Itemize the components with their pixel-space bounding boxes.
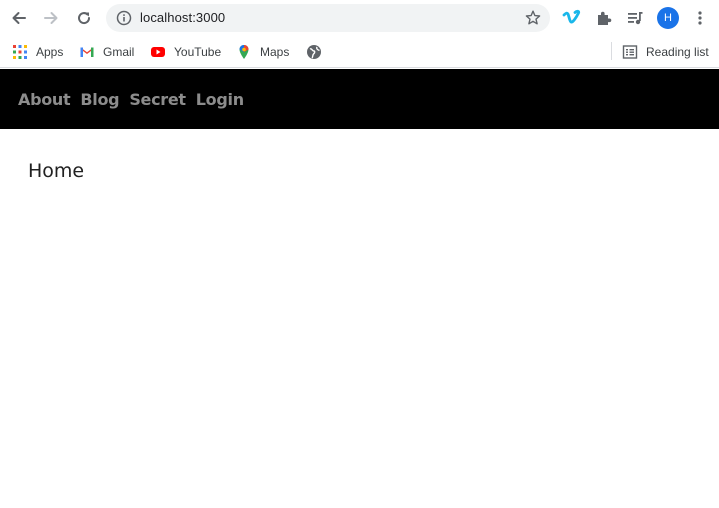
bookmark-gmail[interactable]: Gmail xyxy=(79,42,134,62)
arrow-right-icon xyxy=(44,12,58,24)
arrow-left-icon xyxy=(12,12,26,24)
url-text[interactable]: localhost:3000 xyxy=(140,10,225,25)
bookmark-label: Apps xyxy=(36,45,64,59)
info-icon[interactable] xyxy=(116,10,132,26)
vimeo-extension-button[interactable] xyxy=(559,6,585,30)
back-button[interactable] xyxy=(6,6,32,30)
page-title: Home xyxy=(28,160,85,182)
browser-menu-button[interactable] xyxy=(687,6,713,30)
vimeo-icon xyxy=(562,9,581,24)
reload-icon xyxy=(78,12,91,25)
bookmark-label: Maps xyxy=(260,45,290,59)
youtube-icon xyxy=(151,47,165,57)
star-icon[interactable] xyxy=(524,9,542,27)
site-navbar: About Blog Secret Login xyxy=(0,69,719,129)
reading-list-button[interactable]: Reading list xyxy=(622,42,709,62)
apps-grid-icon xyxy=(13,45,27,59)
bookmark-maps[interactable]: Maps xyxy=(236,42,289,62)
media-control-button[interactable] xyxy=(622,6,648,30)
bookmark-label: YouTube xyxy=(174,45,222,59)
nav-link-login[interactable]: Login xyxy=(196,90,244,109)
globe-icon xyxy=(307,45,321,59)
forward-button[interactable] xyxy=(38,6,64,30)
maps-pin-icon xyxy=(239,45,249,59)
nav-link-blog[interactable]: Blog xyxy=(80,90,119,109)
bookmark-youtube[interactable]: YouTube xyxy=(150,42,221,62)
bookmark-apps[interactable]: Apps xyxy=(12,42,63,62)
profile-avatar[interactable]: H xyxy=(657,7,679,29)
queue-music-icon xyxy=(628,12,643,25)
reload-button[interactable] xyxy=(71,6,97,30)
bookmarks-divider xyxy=(611,42,612,60)
puzzle-icon xyxy=(598,11,612,25)
bookmark-globe[interactable] xyxy=(306,42,330,62)
nav-link-secret[interactable]: Secret xyxy=(129,90,186,109)
browser-toolbar: localhost:3000 H xyxy=(0,0,719,36)
reading-list-label: Reading list xyxy=(646,45,709,59)
extensions-button[interactable] xyxy=(591,6,617,30)
gmail-icon xyxy=(80,47,94,57)
reading-list-icon xyxy=(622,45,638,59)
nav-link-about[interactable]: About xyxy=(18,90,71,109)
more-vertical-icon xyxy=(698,11,702,25)
address-bar[interactable]: localhost:3000 xyxy=(106,4,550,32)
bookmark-label: Gmail xyxy=(103,45,135,59)
